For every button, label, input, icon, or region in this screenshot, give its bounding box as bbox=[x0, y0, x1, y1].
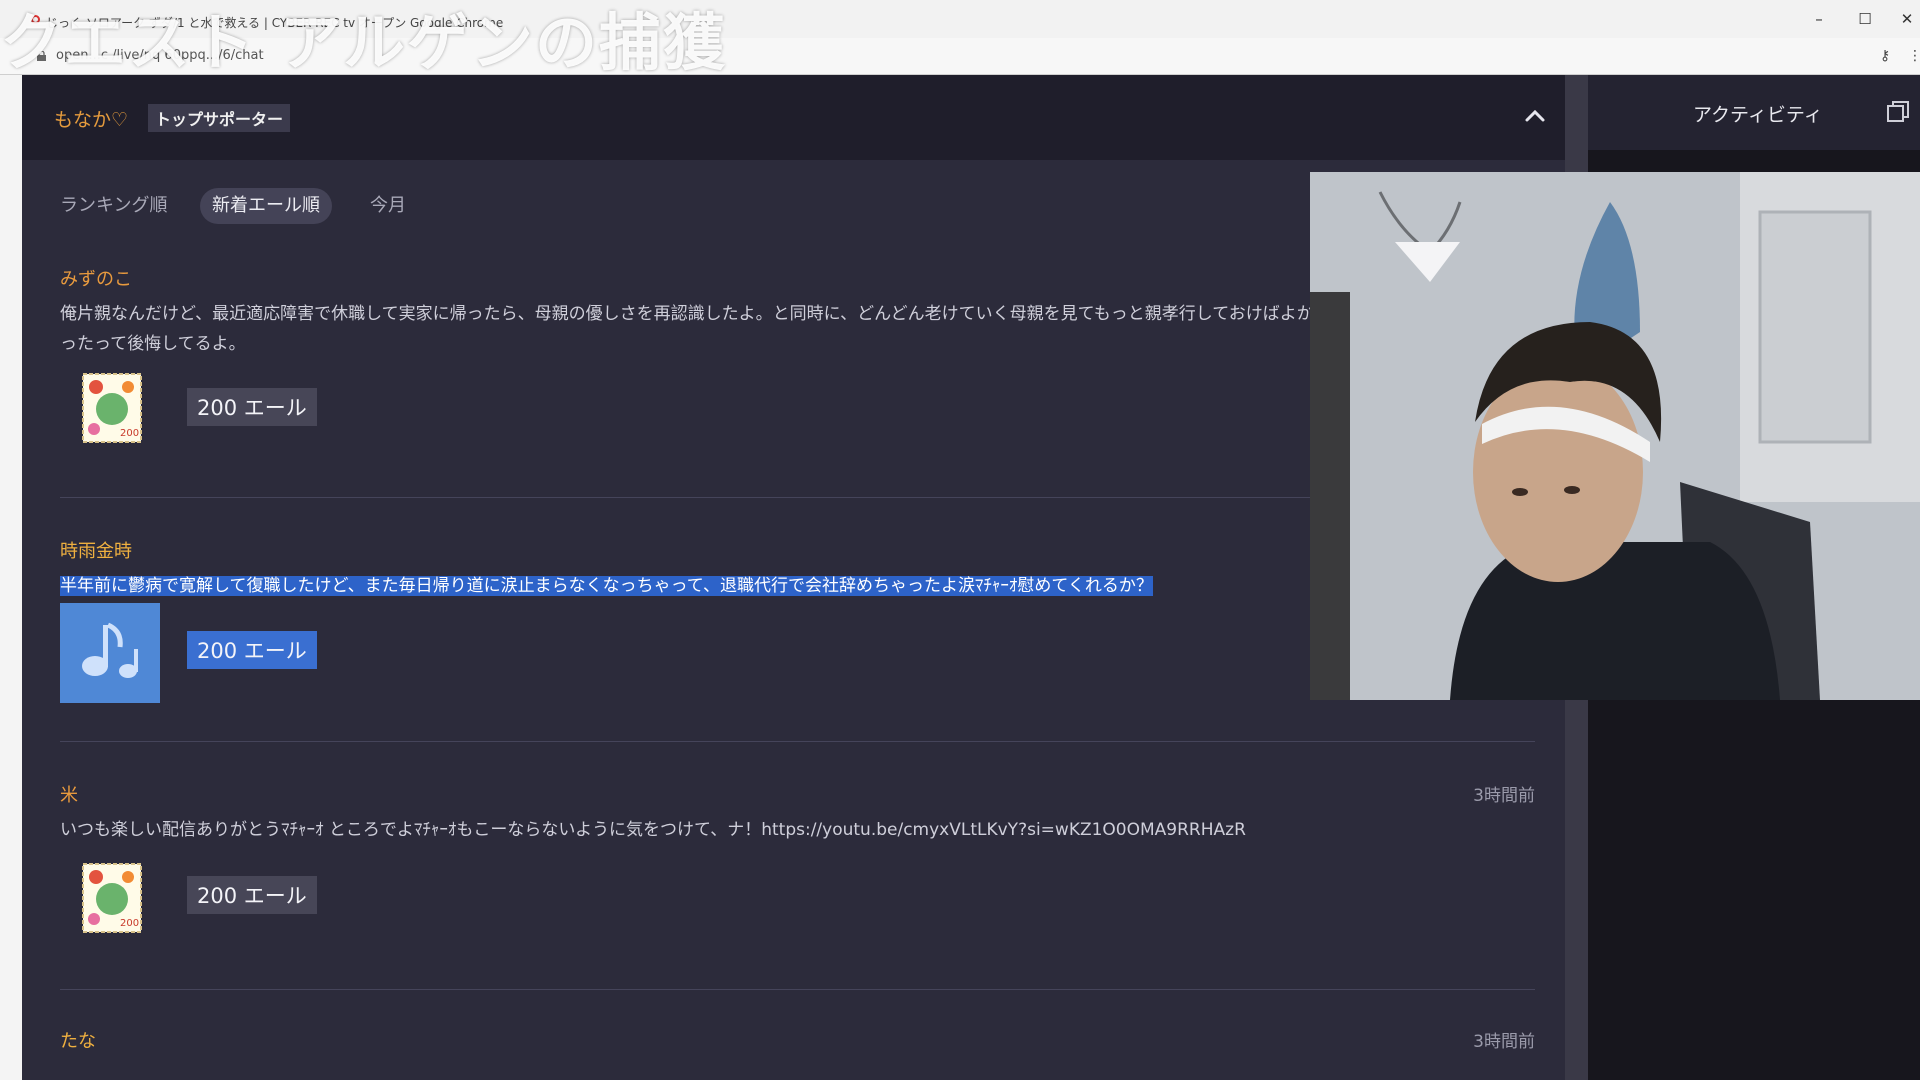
entry-timestamp: 3時間前 bbox=[1473, 786, 1535, 806]
music-gift-tile bbox=[60, 603, 160, 703]
stamp-gift-icon: 200 bbox=[82, 373, 142, 443]
entry-divider bbox=[60, 989, 1535, 990]
svg-text:200: 200 bbox=[120, 918, 139, 929]
entry-username[interactable]: 米 bbox=[60, 781, 78, 807]
activity-header: アクティビティ bbox=[1588, 75, 1920, 150]
tab-ranking[interactable]: ランキング順 bbox=[60, 188, 167, 224]
entry-message: 半年前に鬱病で寛解して復職したけど、また毎日帰り道に涙止まらなくなっちゃって、退… bbox=[60, 571, 1380, 601]
entry-username[interactable]: みずのこ bbox=[60, 265, 132, 291]
stream-overlay-title: クエスト アルゲンの捕獲 bbox=[0, 6, 727, 79]
entry-message: いつも楽しい配信ありがとうﾏﾁｬｰｵ ところでよﾏﾁｬｰｵもこーならないように気… bbox=[60, 820, 1246, 840]
entry-timestamp: 3時間前 bbox=[1473, 1032, 1535, 1052]
selected-message-text: 半年前に鬱病で寛解して復職したけど、また毎日帰り道に涙止まらなくなっちゃって、退… bbox=[60, 576, 1153, 596]
minimize-button[interactable]: – bbox=[1802, 8, 1836, 30]
top-supporter-badge: トップサポーター bbox=[148, 104, 291, 132]
entry-username[interactable]: 時雨金時 bbox=[60, 537, 132, 563]
entry-message: 俺片親なんだけど、最近適応障害で休職して実家に帰ったら、母親の優しさを再認識した… bbox=[60, 304, 1314, 354]
music-note-icon bbox=[82, 622, 138, 678]
top-supporter-name[interactable]: もなか♡ bbox=[54, 105, 128, 132]
key-icon[interactable]: ⚷ bbox=[1880, 48, 1890, 64]
left-edge-strip bbox=[0, 75, 22, 1080]
webcam-video bbox=[1310, 172, 1920, 700]
entry-username[interactable]: たな bbox=[60, 1027, 96, 1053]
gift-amount: 200 エール bbox=[187, 388, 317, 426]
browser-menu-icon[interactable]: ⋮ bbox=[1908, 48, 1920, 64]
stamp-gift-icon: 200 bbox=[82, 863, 142, 933]
entry-divider bbox=[60, 741, 1535, 742]
webcam-scene bbox=[1310, 172, 1920, 700]
svg-text:200: 200 bbox=[120, 428, 139, 439]
tab-this-month[interactable]: 今月 bbox=[370, 188, 406, 224]
gift-amount: 200 エール bbox=[187, 631, 317, 669]
maximize-button[interactable]: ☐ bbox=[1848, 8, 1882, 30]
popout-icon[interactable] bbox=[1886, 100, 1910, 124]
close-button[interactable]: ✕ bbox=[1890, 8, 1920, 30]
chevron-up-icon[interactable] bbox=[1522, 103, 1548, 129]
activity-title[interactable]: アクティビティ bbox=[1693, 100, 1823, 127]
top-supporter-header: もなか♡ トップサポーター bbox=[22, 75, 1565, 160]
tab-newest[interactable]: 新着エール順 bbox=[200, 188, 332, 224]
gift-amount: 200 エール bbox=[187, 876, 317, 914]
